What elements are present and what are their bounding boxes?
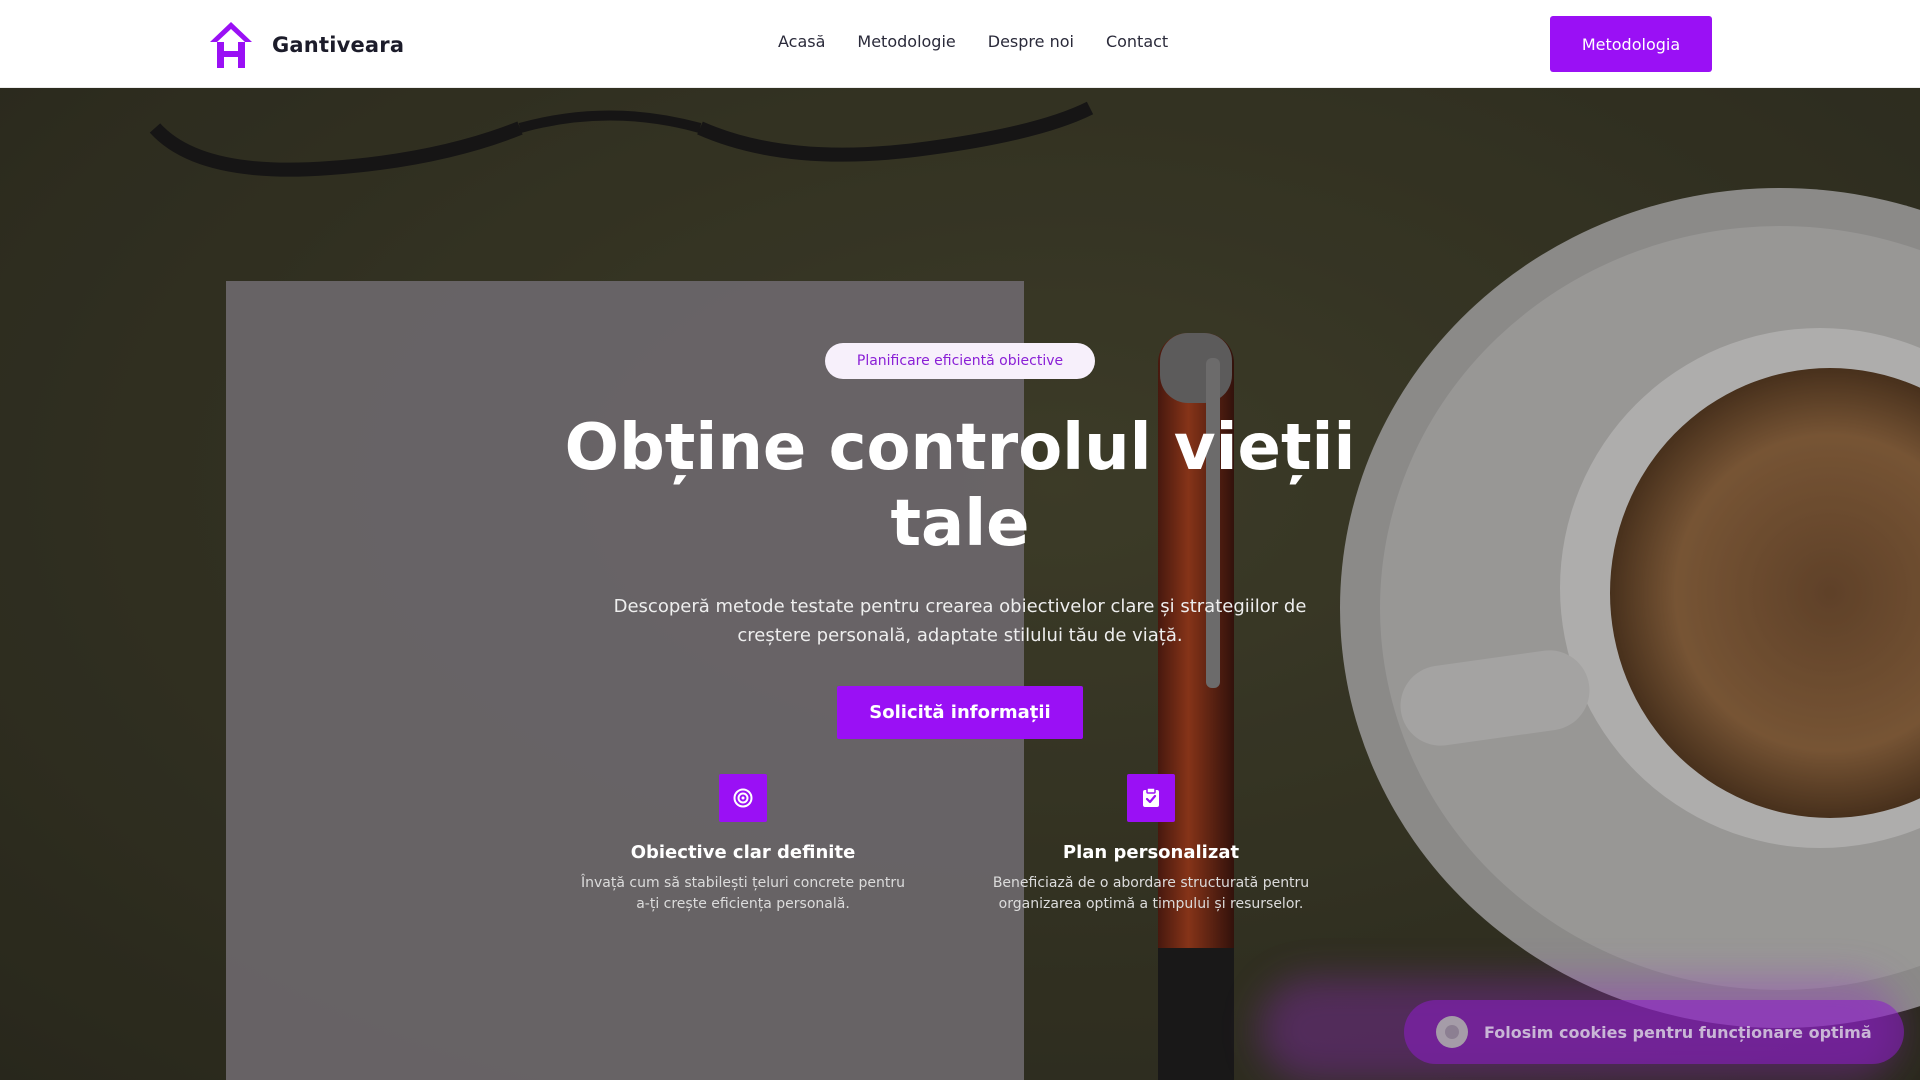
nav-link-acasa[interactable]: Acasă — [778, 32, 825, 51]
main-nav: Acasă Metodologie Despre noi Contact — [778, 32, 1200, 51]
feature-description: Beneficiază de o abordare structurată pe… — [992, 875, 1310, 912]
nav-link-metodologie[interactable]: Metodologie — [857, 32, 955, 51]
hero-content: Planificare eficientă obiective Obține c… — [0, 88, 1920, 1080]
house-h-logo-icon — [210, 22, 252, 68]
feature-title: Plan personalizat — [1062, 842, 1240, 863]
cookie-banner[interactable]: Folosim cookies pentru funcționare optim… — [1404, 1000, 1904, 1064]
clipboard-check-icon — [1127, 774, 1175, 822]
feature-card: Plan personalizat Beneficiază de o abord… — [971, 774, 1331, 915]
nav-link-contact[interactable]: Contact — [1106, 32, 1168, 51]
request-info-button[interactable]: Solicită informații — [837, 686, 1083, 739]
feature-description: Învață cum să stabilești țeluri concrete… — [580, 875, 906, 912]
hero-headline: Obține controlul vieții tale — [564, 411, 1356, 561]
cookie-banner-text: Folosim cookies pentru funcționare optim… — [1484, 1022, 1872, 1042]
methodology-button[interactable]: Metodologia — [1550, 16, 1712, 72]
site-header: Gantiveara Acasă Metodologie Despre noi … — [0, 0, 1920, 88]
hero-section: Planificare eficientă obiective Obține c… — [0, 88, 1920, 1080]
feature-card: Obiective clar definite Învață cum să st… — [563, 774, 923, 915]
brand-logo[interactable]: Gantiveara — [208, 20, 404, 70]
hero-badge: Planificare eficientă obiective — [825, 343, 1095, 379]
hero-subtext: Descoperă metode testate pentru crearea … — [613, 596, 1307, 646]
feature-title: Obiective clar definite — [630, 842, 856, 863]
target-icon — [719, 774, 767, 822]
nav-link-despre-noi[interactable]: Despre noi — [988, 32, 1074, 51]
brand-name: Gantiveara — [272, 33, 405, 57]
cookie-icon — [1436, 1016, 1468, 1048]
